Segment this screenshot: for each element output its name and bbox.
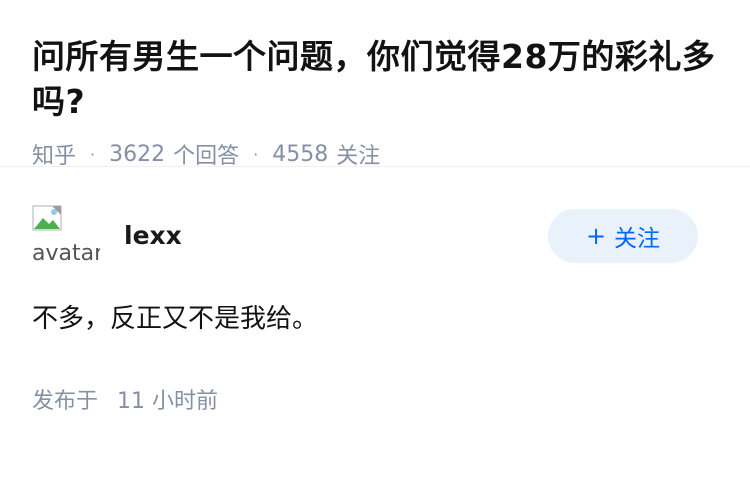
avatar[interactable]: avatar: [32, 201, 100, 269]
time-prefix: 发布于: [32, 389, 99, 414]
follower-count: 4558: [272, 141, 329, 167]
answer-content[interactable]: 不多，反正又不是我给。: [32, 299, 718, 339]
answer-time: 发布于 11 小时前: [32, 383, 718, 415]
author-name[interactable]: lexx: [124, 221, 182, 250]
avatar-alt-text: avatar: [32, 241, 100, 266]
broken-image-icon: [32, 205, 62, 231]
meta-separator: ·: [253, 144, 259, 164]
source-label[interactable]: 知乎: [32, 138, 76, 170]
meta-separator: ·: [90, 144, 96, 164]
answer-count-label: 个回答: [173, 144, 240, 169]
follow-button[interactable]: + 关注: [548, 209, 698, 263]
question-meta: 知乎 · 3622 个回答 · 4558 关注: [32, 138, 718, 170]
time-value: 11 小时前: [117, 389, 219, 414]
answer-card: avatar lexx + 关注 不多，反正又不是我给。 发布于 11 小时前: [0, 167, 750, 415]
answer-count: 3622: [109, 141, 166, 167]
question-title[interactable]: 问所有男生一个问题，你们觉得28万的彩礼多吗?: [32, 34, 718, 124]
follow-label: 关注: [614, 226, 661, 252]
follower-count-label: 关注: [336, 144, 381, 169]
question-header: 问所有男生一个问题，你们觉得28万的彩礼多吗? 知乎 · 3622 个回答 · …: [0, 0, 750, 170]
plus-icon: +: [585, 222, 607, 250]
